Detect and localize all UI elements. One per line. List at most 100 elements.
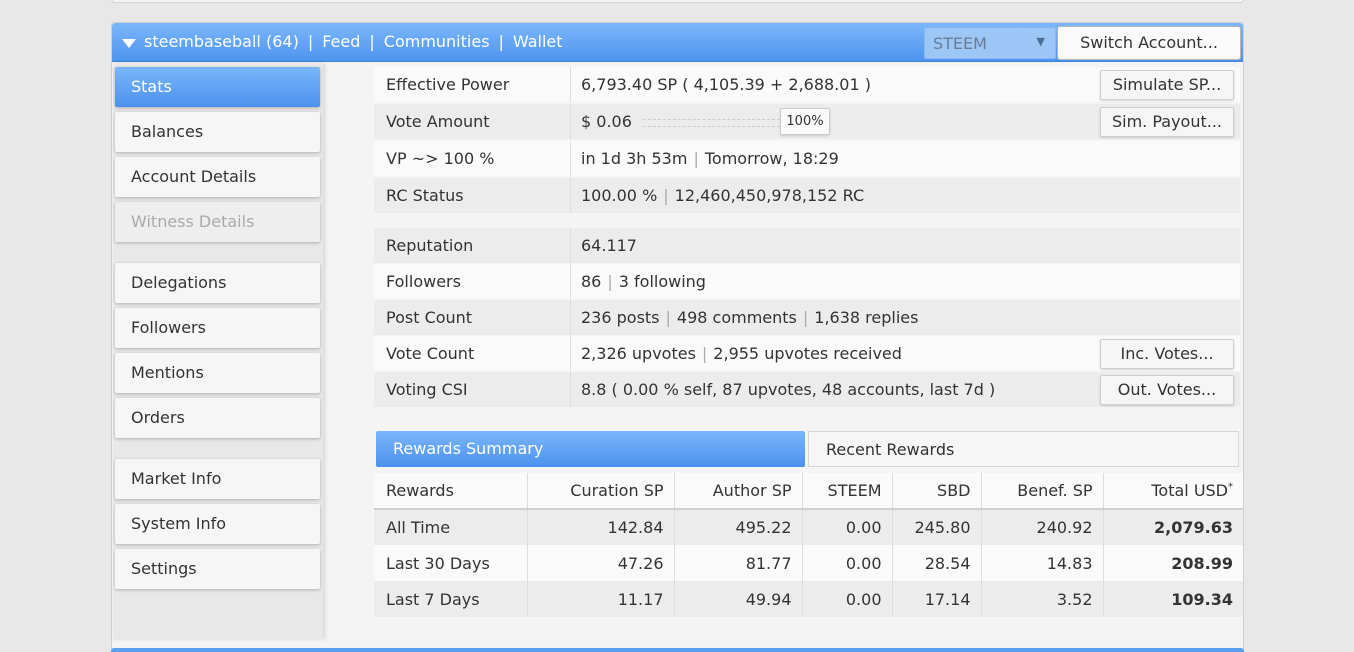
table-cell: 14.83 bbox=[980, 545, 1103, 581]
row-label: VP ~> 100 % bbox=[386, 149, 495, 168]
currency-select-value: STEEM bbox=[933, 34, 987, 53]
out-votes-button[interactable]: Out. Votes... bbox=[1100, 375, 1234, 405]
panel-header: steembaseball (64) | Feed | Communities | Wall… bbox=[112, 23, 1243, 62]
stats-row-rc: RC Status 100.00 % | 12,460,450,978,152 RC bbox=[374, 178, 1240, 213]
upvotes-count: 2,326 upvotes bbox=[581, 344, 696, 363]
account-name-link[interactable]: steembaseball (64) bbox=[144, 32, 299, 51]
following-count: 3 following bbox=[618, 272, 706, 291]
nav-separator: | bbox=[369, 32, 375, 51]
nav-wallet-link[interactable]: Wallet bbox=[513, 32, 563, 51]
tab-rewards-summary[interactable]: Rewards Summary bbox=[376, 431, 805, 467]
stats-row-vp: VP ~> 100 % in 1d 3h 53m | Tomorrow, 18:29 bbox=[374, 141, 1240, 176]
vp-date-value: Tomorrow, 18:29 bbox=[704, 149, 839, 168]
sidebar-item-balances[interactable]: Balances bbox=[115, 112, 320, 152]
sidebar-item-mentions[interactable]: Mentions bbox=[115, 353, 320, 393]
table-row: All Time 142.84 495.22 0.00 245.80 240.9… bbox=[374, 509, 1243, 545]
table-header-row: Rewards Curation SP Author SP STEEM SBD … bbox=[374, 473, 1243, 510]
chevron-down-icon: ▼ bbox=[1036, 35, 1045, 48]
tab-recent-rewards[interactable]: Recent Rewards bbox=[808, 431, 1239, 467]
sidebar-item-followers[interactable]: Followers bbox=[115, 308, 320, 348]
sidebar-item-account-details[interactable]: Account Details bbox=[115, 157, 320, 197]
rewards-tabs: Rewards Summary Recent Rewards bbox=[374, 429, 1243, 471]
row-value: 100.00 % | 12,460,450,978,152 RC bbox=[570, 178, 1240, 213]
next-panel-header bbox=[111, 648, 1244, 652]
rc-percent-value: 100.00 % bbox=[581, 186, 658, 205]
table-cell-total: 2,079.63 bbox=[1102, 509, 1243, 545]
stats-row-followers: Followers 86 | 3 following bbox=[374, 264, 1240, 299]
column-header: Rewards bbox=[374, 473, 527, 510]
column-header: Author SP bbox=[673, 473, 802, 510]
previous-panel bbox=[111, 0, 1244, 3]
vote-amount-value: $ 0.06 bbox=[581, 112, 632, 131]
replies-count: 1,638 replies bbox=[814, 308, 919, 327]
currency-select[interactable]: STEEM ▼ bbox=[924, 27, 1056, 59]
sidebar-item-witness-details: Witness Details bbox=[115, 202, 320, 242]
inc-votes-button[interactable]: Inc. Votes... bbox=[1100, 339, 1234, 369]
table-row: Last 30 Days 47.26 81.77 0.00 28.54 14.8… bbox=[374, 545, 1243, 581]
stats-row-post-count: Post Count 236 posts | 498 comments | 1,638 … bbox=[374, 300, 1240, 335]
sidebar-item-delegations[interactable]: Delegations bbox=[115, 263, 320, 303]
table-cell: 49.94 bbox=[673, 581, 802, 617]
sidebar: Stats Balances Account Details Witness D… bbox=[113, 63, 323, 639]
sidebar-item-system-info[interactable]: System Info bbox=[115, 504, 320, 544]
table-cell: 11.17 bbox=[526, 581, 674, 617]
nav-separator: | bbox=[498, 32, 504, 51]
column-header: Benef. SP bbox=[980, 473, 1103, 510]
sidebar-item-stats[interactable]: Stats bbox=[115, 67, 320, 107]
row-value: in 1d 3h 53m | Tomorrow, 18:29 bbox=[570, 141, 1240, 176]
table-cell: Last 30 Days bbox=[374, 545, 527, 581]
column-header-total: Total USD* bbox=[1102, 473, 1243, 510]
vote-weight-slider[interactable] bbox=[642, 118, 785, 127]
row-value: 64.117 bbox=[570, 228, 1240, 263]
row-label: Voting CSI bbox=[386, 380, 468, 399]
table-cell: 0.00 bbox=[801, 545, 892, 581]
row-label: Effective Power bbox=[386, 75, 510, 94]
table-cell: 47.26 bbox=[526, 545, 674, 581]
table-cell: 0.00 bbox=[801, 581, 892, 617]
table-cell: 245.80 bbox=[891, 509, 981, 545]
followers-count: 86 bbox=[581, 272, 602, 291]
vote-weight-percent[interactable]: 100% bbox=[780, 108, 830, 135]
sidebar-item-orders[interactable]: Orders bbox=[115, 398, 320, 438]
sim-payout-button[interactable]: Sim. Payout... bbox=[1100, 107, 1234, 137]
row-label: Followers bbox=[386, 272, 461, 291]
posts-count: 236 posts bbox=[581, 308, 660, 327]
total-usd-footnote-marker: * bbox=[1228, 481, 1233, 493]
table-cell-total: 109.34 bbox=[1102, 581, 1243, 617]
column-header: STEEM bbox=[801, 473, 892, 510]
stats-row-effective-power: Effective Power 6,793.40 SP ( 4,105.39 +… bbox=[374, 67, 1240, 102]
table-cell: 0.00 bbox=[801, 509, 892, 545]
table-cell-total: 208.99 bbox=[1102, 545, 1243, 581]
row-label: Vote Amount bbox=[386, 112, 490, 131]
effective-power-value: 6,793.40 SP bbox=[581, 75, 678, 94]
simulate-sp-button[interactable]: Simulate SP... bbox=[1100, 70, 1234, 100]
effective-power-detail: ( 4,105.39 + 2,688.01 ) bbox=[682, 75, 871, 94]
account-panel: steembaseball (64) | Feed | Communities | Wall… bbox=[111, 22, 1244, 652]
row-value: 236 posts | 498 comments | 1,638 replies bbox=[570, 300, 1240, 335]
table-row: Last 7 Days 11.17 49.94 0.00 17.14 3.52 … bbox=[374, 581, 1243, 617]
table-cell: 240.92 bbox=[980, 509, 1103, 545]
collapse-caret-icon[interactable] bbox=[122, 39, 136, 48]
total-usd-label: Total USD bbox=[1151, 481, 1228, 500]
table-cell: All Time bbox=[374, 509, 527, 545]
rewards-table: Rewards Curation SP Author SP STEEM SBD … bbox=[374, 473, 1243, 617]
upvotes-received-count: 2,955 upvotes received bbox=[713, 344, 902, 363]
nav-feed-link[interactable]: Feed bbox=[322, 32, 360, 51]
table-cell: 495.22 bbox=[673, 509, 802, 545]
nav-communities-link[interactable]: Communities bbox=[384, 32, 490, 51]
sidebar-item-settings[interactable]: Settings bbox=[115, 549, 320, 589]
vp-time-value: in 1d 3h 53m bbox=[581, 149, 688, 168]
sidebar-item-market-info[interactable]: Market Info bbox=[115, 459, 320, 499]
column-header: Curation SP bbox=[526, 473, 674, 510]
stats-row-reputation: Reputation 64.117 bbox=[374, 228, 1240, 263]
switch-account-button[interactable]: Switch Account... bbox=[1057, 26, 1241, 60]
row-label: Vote Count bbox=[386, 344, 475, 363]
row-label: Reputation bbox=[386, 236, 474, 255]
stats-row-vote-amount: Vote Amount $ 0.06 100% Sim. Payout... bbox=[374, 104, 1240, 139]
table-cell: Last 7 Days bbox=[374, 581, 527, 617]
nav-separator: | bbox=[307, 32, 314, 51]
rc-amount-value: 12,460,450,978,152 RC bbox=[674, 186, 865, 205]
table-cell: 17.14 bbox=[891, 581, 981, 617]
table-cell: 28.54 bbox=[891, 545, 981, 581]
column-header: SBD bbox=[891, 473, 981, 510]
